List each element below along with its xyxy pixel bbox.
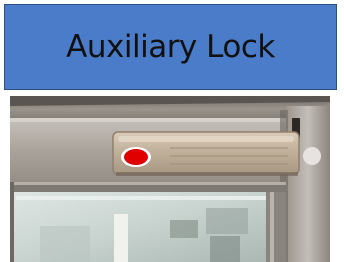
slide: Auxiliary Lock: [0, 0, 344, 262]
post-screw-cap: [303, 147, 321, 165]
lock-plate-highlight: [118, 136, 294, 142]
red-marker: [124, 149, 148, 165]
left-edge: [10, 182, 14, 262]
interior-object-1: [170, 220, 198, 238]
glass-frame-highlight: [270, 192, 274, 262]
lock-photo: [10, 96, 330, 262]
lock-plate-shadow: [116, 172, 298, 176]
interior-object-2: [206, 208, 248, 234]
glass-reflection: [16, 196, 266, 200]
title-box: Auxiliary Lock: [4, 4, 337, 90]
rail-highlight: [10, 118, 300, 122]
glass-frame-edge: [266, 192, 286, 262]
lock-photo-svg: [10, 96, 330, 262]
interior-object-3: [210, 236, 240, 262]
slide-title: Auxiliary Lock: [66, 29, 275, 65]
interior-object-4: [40, 226, 90, 262]
lower-frame-highlight: [10, 182, 286, 185]
interior-light-column: [114, 214, 128, 262]
